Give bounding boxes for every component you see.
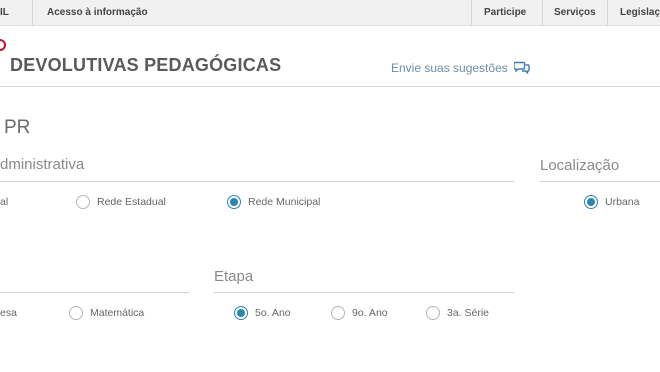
gov-top-bar: IL Acesso à informação Participe Serviço…: [0, 0, 660, 26]
page-subtitle: PR: [4, 117, 31, 138]
servicos-link[interactable]: Serviços: [554, 0, 596, 25]
legislacao-link[interactable]: Legislaç: [620, 0, 660, 25]
radio-label: Matemática: [90, 307, 145, 319]
page-title: DEVOLUTIVAS PEDAGÓGICAS: [10, 55, 282, 75]
logo-icon[interactable]: [0, 39, 6, 51]
radio-circle: [426, 306, 440, 320]
radio-circle: [331, 306, 345, 320]
radio-circle: [76, 195, 90, 209]
divider: [540, 181, 660, 182]
radio-circle: [234, 306, 248, 320]
radio-label: esa: [0, 307, 17, 319]
radio-label: Rede Municipal: [248, 196, 321, 208]
radio-label: 3a. Série: [447, 307, 490, 319]
radio-circle: [69, 306, 83, 320]
divider: [607, 0, 608, 25]
radio-circle: [584, 195, 598, 209]
radio-circle: [227, 195, 241, 209]
gov-brand-fragment[interactable]: IL: [0, 0, 9, 25]
divider: [542, 0, 543, 25]
chat-bubbles-icon: [514, 61, 530, 74]
divider: [32, 0, 33, 25]
site-header: DEVOLUTIVAS PEDAGÓGICAS Envie suas suges…: [0, 26, 660, 87]
suggestions-label: Envie suas sugestões: [391, 61, 508, 75]
divider: [0, 292, 189, 293]
radio-label: Urbana: [605, 196, 640, 208]
radio-label: 9o. Ano: [352, 307, 388, 319]
divider: [214, 292, 514, 293]
divider: [0, 181, 514, 182]
participe-link[interactable]: Participe: [484, 0, 526, 25]
etapa-section-title: Etapa: [214, 268, 254, 285]
radio-label: Rede Estadual: [97, 196, 166, 208]
rede-section-title: dministrativa: [0, 156, 85, 173]
divider: [471, 0, 472, 25]
access-info-link[interactable]: Acesso à informação: [47, 0, 148, 25]
localizacao-section-title: Localização: [540, 157, 620, 174]
suggestions-link[interactable]: Envie suas sugestões: [391, 61, 530, 75]
radio-label: al: [0, 196, 9, 208]
radio-label: 5o. Ano: [255, 307, 291, 319]
